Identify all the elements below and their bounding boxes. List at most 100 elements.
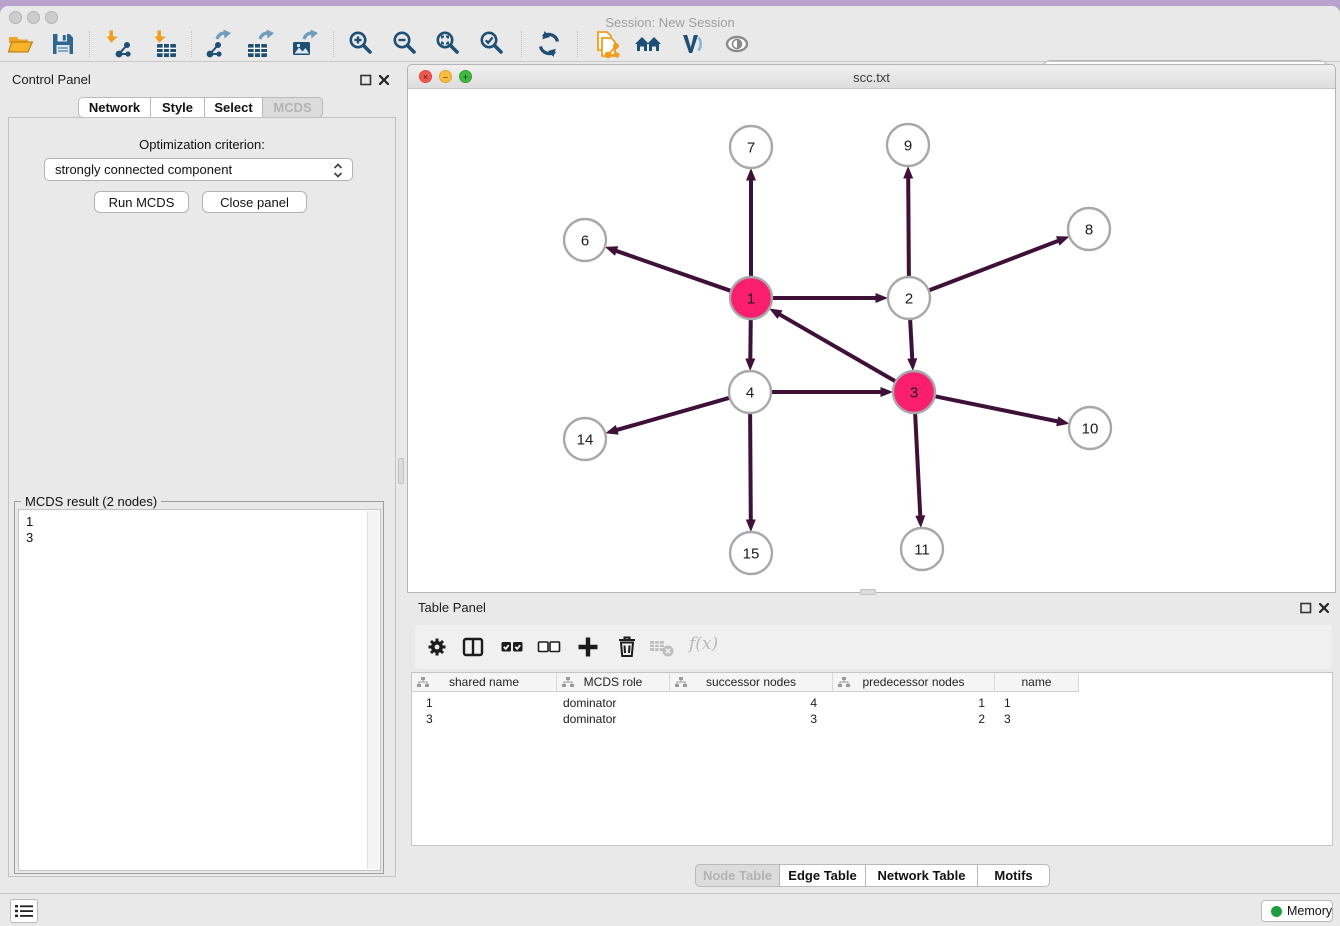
toolbar-separator [521,31,522,57]
node-8[interactable]: 8 [1068,208,1110,250]
create-column-icon[interactable] [575,634,601,660]
unselect-all-columns-icon[interactable] [536,634,562,660]
column-header-successor-nodes[interactable]: successor nodes [670,673,833,692]
network-window-title: scc.txt [408,70,1335,85]
toolbar-separator [89,31,90,57]
show-graphics-details-icon[interactable] [722,29,752,59]
table-cell[interactable]: 3 [412,711,557,727]
node-2[interactable]: 2 [888,277,930,319]
attribute-type-icon [675,677,687,688]
function-builder-icon: f(x) [689,634,718,654]
node-15[interactable]: 15 [730,532,772,574]
column-header-name[interactable]: name [995,673,1079,692]
table-cell[interactable]: 1 [412,695,557,711]
table-cell[interactable]: dominator [557,695,670,711]
run-mcds-button[interactable]: Run MCDS [94,191,189,213]
column-header-MCDS-role[interactable]: MCDS role [557,673,670,692]
close-table-panel-icon[interactable] [1317,601,1331,615]
import-table-icon[interactable] [150,29,180,59]
dropdown-arrows-icon [332,162,344,179]
node-7[interactable]: 7 [730,126,772,168]
node-14[interactable]: 14 [564,418,606,460]
edge-3-11[interactable] [915,411,920,517]
edge-3-1[interactable] [779,314,897,382]
vizmapper-icon[interactable] [677,29,707,59]
network-window-titlebar[interactable]: × – + scc.txt [408,65,1335,89]
vertical-splitter-handle[interactable] [398,458,404,484]
import-network-icon[interactable] [102,29,132,59]
clone-network-icon[interactable] [590,29,620,59]
float-table-panel-icon[interactable] [1299,601,1313,615]
mcds-result-group: MCDS result (2 nodes) 13 [14,501,384,874]
table-cell[interactable]: 1 [833,695,995,711]
control-tab-network[interactable]: Network [78,97,151,118]
zoom-selected-icon[interactable] [478,29,508,59]
delete-columns-icon[interactable] [614,634,640,660]
memory-button[interactable]: Memory [1261,900,1333,922]
zoom-in-icon[interactable] [347,29,377,59]
select-all-columns-icon[interactable] [499,634,525,660]
zoom-out-icon[interactable] [391,29,421,59]
export-table-icon[interactable] [246,29,276,59]
edge-1-4[interactable] [750,317,751,360]
node-table[interactable]: shared name MCDS role successor nodes pr… [411,672,1333,846]
node-1[interactable]: 1 [730,277,772,319]
horizontal-splitter-handle[interactable] [860,589,876,595]
memory-label: Memory [1287,904,1332,918]
node-6[interactable]: 6 [564,219,606,261]
edge-1-6[interactable] [616,251,733,292]
column-header-predecessor-nodes[interactable]: predecessor nodes [833,673,995,692]
edge-3-10[interactable] [933,396,1059,422]
table-cell[interactable]: 3 [670,711,833,727]
svg-text:14: 14 [577,431,594,448]
node-9[interactable]: 9 [887,124,929,166]
control-tab-select[interactable]: Select [205,97,263,118]
result-scrollbar[interactable] [367,511,379,869]
control-tab-mcds[interactable]: MCDS [263,97,323,118]
table-tab-network-table[interactable]: Network Table [866,864,978,887]
toolbar-separator [577,31,578,57]
close-panel-button[interactable]: Close panel [202,191,307,213]
network-canvas[interactable]: 7 9 6 8 1 2 4 3 14 10 15 11 [408,89,1335,592]
close-panel-icon[interactable] [377,73,391,87]
open-session-icon[interactable] [6,29,36,59]
node-3[interactable]: 3 [893,371,935,413]
settings-gear-icon[interactable] [424,634,450,660]
refresh-view-icon[interactable] [534,29,564,59]
save-session-icon[interactable] [48,29,78,59]
mcds-result-textarea[interactable]: 13 [18,509,381,871]
svg-text:3: 3 [910,384,918,401]
edge-2-8[interactable] [927,241,1059,292]
table-cell[interactable]: dominator [557,711,670,727]
edge-4-15[interactable] [750,411,751,521]
toggle-column-visibility-icon[interactable] [460,634,486,660]
svg-text:7: 7 [747,139,755,156]
edge-2-3[interactable] [910,317,912,360]
control-panel-tabs: NetworkStyleSelectMCDS [78,97,323,118]
column-header-shared-name[interactable]: shared name [412,673,557,692]
table-tab-motifs[interactable]: Motifs [978,864,1050,887]
export-network-icon[interactable] [203,29,233,59]
export-image-icon[interactable] [290,29,320,59]
node-4[interactable]: 4 [729,371,771,413]
node-10[interactable]: 10 [1069,407,1111,449]
table-cell[interactable]: 3 [995,711,1079,727]
table-cell[interactable]: 4 [670,695,833,711]
control-tab-style[interactable]: Style [151,97,205,118]
edge-2-9[interactable] [908,178,909,280]
float-panel-icon[interactable] [359,73,373,87]
criterion-dropdown[interactable]: strongly connected component [44,158,353,181]
home-layout-icon[interactable] [633,29,663,59]
task-history-button[interactable] [10,899,38,923]
table-tab-node-table[interactable]: Node Table [695,864,780,887]
column-label: shared name [449,675,519,689]
zoom-fit-icon[interactable] [434,29,464,59]
node-11[interactable]: 11 [901,528,943,570]
table-tab-edge-table[interactable]: Edge Table [780,864,866,887]
attribute-type-icon [562,677,574,688]
edge-4-14[interactable] [616,397,731,430]
table-cell[interactable]: 2 [833,711,995,727]
svg-text:8: 8 [1085,221,1093,238]
status-bar: Memory [0,893,1340,926]
table-cell[interactable]: 1 [995,695,1079,711]
